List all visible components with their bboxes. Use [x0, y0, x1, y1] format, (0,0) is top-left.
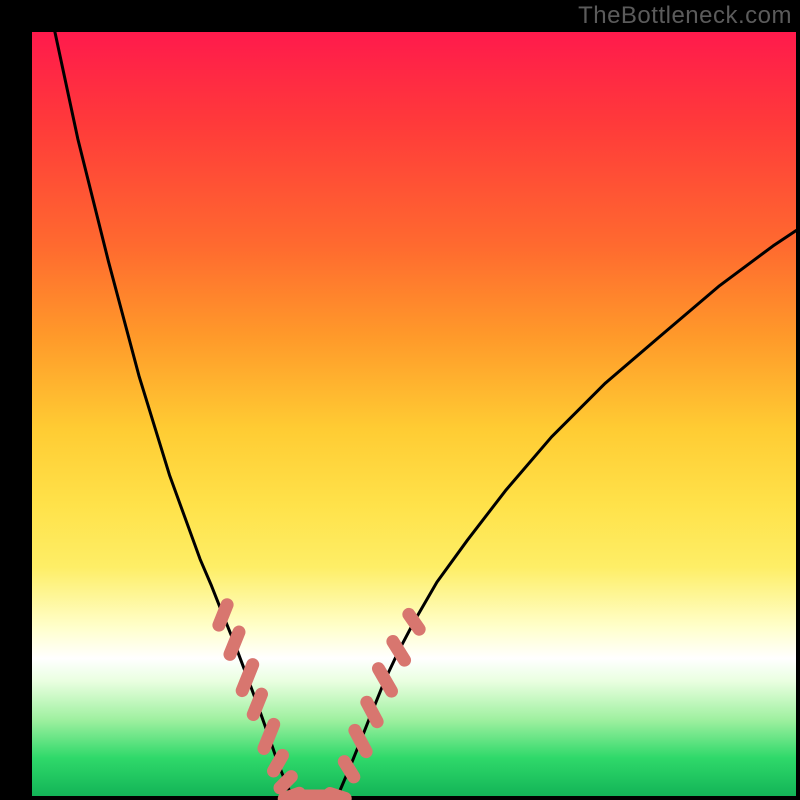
- chart-frame: TheBottleneck.com: [0, 0, 800, 800]
- marker-group: [219, 605, 419, 799]
- curve-marker: [219, 605, 227, 625]
- curve-marker: [264, 724, 274, 748]
- curve-group: [55, 32, 796, 796]
- curve-marker: [409, 614, 419, 629]
- curve-marker: [253, 694, 261, 714]
- chart-svg: [32, 32, 796, 796]
- bottleneck-curve: [55, 32, 796, 796]
- curve-marker: [280, 777, 291, 788]
- curve-marker: [330, 794, 345, 799]
- curve-marker: [344, 762, 354, 777]
- curve-marker: [367, 702, 377, 721]
- curve-marker: [274, 755, 283, 771]
- watermark-text: TheBottleneck.com: [578, 2, 792, 30]
- curve-marker: [230, 632, 239, 654]
